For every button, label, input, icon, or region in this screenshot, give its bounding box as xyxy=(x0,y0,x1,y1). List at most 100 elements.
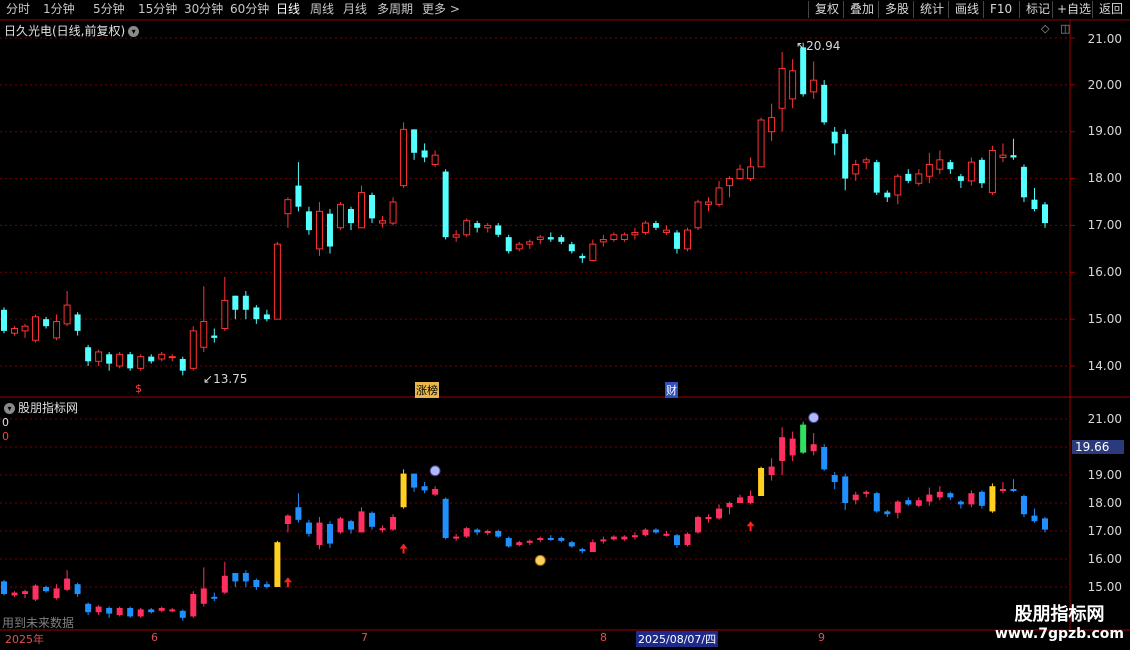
dollar-marker[interactable]: $ xyxy=(135,382,142,395)
indicator-bar xyxy=(768,466,775,475)
candle-body xyxy=(715,187,723,205)
indicator-bar xyxy=(631,535,638,538)
indicator-bar xyxy=(453,536,460,539)
y-tick: 17.00 xyxy=(1087,524,1122,538)
candlestick-chart xyxy=(0,19,1130,631)
indicator-bar xyxy=(127,608,134,617)
indicator-bar xyxy=(190,594,197,617)
candle-body xyxy=(273,243,281,320)
indicator-bar xyxy=(221,575,228,593)
y-tick: 20.00 xyxy=(1087,78,1122,92)
candle-body xyxy=(74,314,81,331)
limit-up-marker[interactable]: 涨榜 xyxy=(415,382,439,398)
candle-body xyxy=(106,354,113,364)
candle-body xyxy=(947,162,954,170)
candle-body xyxy=(431,154,439,166)
indicator-bar xyxy=(295,507,302,520)
finance-marker[interactable]: 财 xyxy=(665,382,678,398)
low-price-value: 13.75 xyxy=(213,372,248,386)
stock-title: 日久光电(日线,前复权) xyxy=(4,24,126,38)
candle-body xyxy=(536,236,544,240)
indicator-bar xyxy=(1031,515,1038,522)
high-price-value: 20.94 xyxy=(806,39,841,53)
candle-body xyxy=(242,295,249,310)
candle-body xyxy=(526,241,534,245)
candle-body xyxy=(915,173,923,184)
candle-body xyxy=(988,149,996,194)
candle-body xyxy=(768,117,776,133)
indicator-bar xyxy=(968,493,975,505)
y-tick: 14.00 xyxy=(1087,359,1122,373)
indicator-bar xyxy=(526,540,533,543)
money-bag-icon xyxy=(534,554,546,566)
candle-body xyxy=(369,194,376,219)
candle-body xyxy=(810,79,818,93)
candle-body xyxy=(821,84,828,123)
indicator-bar xyxy=(337,518,344,533)
candle-body xyxy=(978,159,985,184)
candle-body xyxy=(747,166,755,180)
candle-body xyxy=(53,320,61,339)
candle-body xyxy=(158,353,166,360)
candle-body xyxy=(43,319,50,327)
candle-body xyxy=(726,178,734,187)
chevron-down-icon[interactable]: ▾ xyxy=(4,403,15,414)
indicator-bar xyxy=(22,591,29,594)
indicator-bar xyxy=(232,573,239,582)
candle-body xyxy=(620,234,628,240)
candle-body xyxy=(379,220,387,224)
candle-body xyxy=(127,354,134,369)
candle-body xyxy=(925,164,933,177)
indicator-bar xyxy=(852,494,859,501)
candle-body xyxy=(778,67,786,109)
indicator-bar xyxy=(779,437,786,461)
indicator-bar xyxy=(789,438,796,456)
candle-body xyxy=(1,309,7,331)
indicator-bar xyxy=(53,588,60,599)
indicator-bar xyxy=(663,533,670,536)
indicator-bar xyxy=(284,515,291,524)
candle-body xyxy=(852,164,860,175)
indicator-bar xyxy=(579,549,586,552)
indicator-bar xyxy=(800,424,807,453)
indicator-bar xyxy=(211,596,218,599)
indicator-bar xyxy=(516,542,523,545)
indicator-bar xyxy=(842,476,849,503)
indicator-bar xyxy=(474,529,481,533)
indicator-bar xyxy=(947,493,954,498)
candle-body xyxy=(505,237,512,252)
indicator-bar xyxy=(705,517,712,519)
indicator-bar xyxy=(505,538,512,547)
indicator-bar xyxy=(158,608,165,611)
candle-body xyxy=(116,353,124,367)
y-tick: 17.00 xyxy=(1087,218,1122,232)
date-label: 7 xyxy=(361,631,368,644)
y-tick: 16.00 xyxy=(1087,265,1122,279)
chevron-down-icon[interactable]: ▾ xyxy=(128,26,140,37)
buy-arrow-icon xyxy=(399,543,408,554)
indicator-value-2: 0 xyxy=(2,430,9,443)
indicator-bar xyxy=(1,581,7,594)
candle-body xyxy=(32,316,40,341)
candle-body xyxy=(599,238,607,243)
indicator-bar xyxy=(369,512,376,527)
candle-body xyxy=(884,192,891,198)
panel-toggle-icon[interactable]: ◫ xyxy=(1060,22,1070,35)
indicator-bar xyxy=(484,531,491,533)
y-tick: 21.00 xyxy=(1087,32,1122,46)
candle-body xyxy=(421,150,428,158)
candle-body xyxy=(1010,155,1017,158)
indicator-bar xyxy=(926,494,933,502)
candle-body xyxy=(515,243,523,250)
y-tick: 16.00 xyxy=(1087,552,1122,566)
indicator-bar xyxy=(274,542,281,587)
indicator-bar xyxy=(695,517,701,533)
candle-body xyxy=(179,358,186,371)
indicator-bar xyxy=(253,580,260,587)
candle-body xyxy=(1020,166,1027,198)
diamond-icon[interactable]: ◇ xyxy=(1041,22,1049,35)
candle-body xyxy=(189,330,197,369)
indicator-bar xyxy=(64,578,71,590)
sad-face-icon xyxy=(808,412,820,424)
candle-body xyxy=(757,119,765,168)
